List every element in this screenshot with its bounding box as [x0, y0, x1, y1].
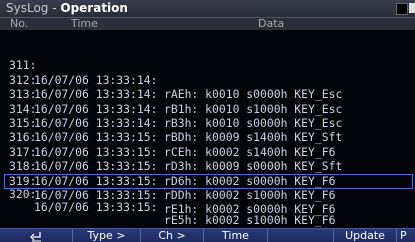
log-row[interactable]: 316: 16/07/06 13:33:15: rD3h: k0009 s000…	[0, 116, 415, 173]
log-data: rE5h: k0002 s1000h KEY_F6	[164, 212, 336, 227]
return-arrow-icon	[29, 229, 43, 242]
log-row[interactable]: 314: 16/07/06 13:33:14: rBDh: k0009 s140…	[0, 87, 415, 145]
log-time: 16/07/06 13:33:15:	[34, 199, 158, 214]
log-row-selected[interactable]: 320: 16/07/06 13:33:15: rE5h: k0002 s100…	[4, 173, 413, 226]
log-row[interactable]: 313: 16/07/06 13:33:14: rB3h: k0010 s000…	[0, 73, 415, 130]
log-list[interactable]: 311: 16/07/06 13:33:14: rAEh: k0010 s000…	[0, 44, 415, 226]
title-mode: Operation	[60, 1, 128, 15]
partial-softkey[interactable]: P	[397, 229, 415, 242]
back-softkey[interactable]	[0, 229, 73, 242]
log-row[interactable]: 318: 16/07/06 13:33:15: rDDh: k0002 s100…	[0, 145, 415, 202]
log-row[interactable]: 312: 16/07/06 13:33:14: rB1h: k0010 s100…	[0, 58, 415, 116]
log-row[interactable]: 317: 16/07/06 13:33:15: rD6h: k0002 s000…	[0, 130, 415, 188]
log-no: 320:	[9, 186, 37, 201]
log-data: rDDh: k0002 s1000h KEY_F6	[164, 187, 336, 202]
column-data: Data	[258, 17, 285, 30]
type-softkey[interactable]: Type >	[73, 229, 141, 242]
status-indicator	[396, 3, 408, 15]
update-softkey[interactable]: Update	[334, 229, 397, 242]
column-no: No.	[10, 17, 29, 30]
blank-softkey[interactable]	[268, 229, 334, 242]
log-row[interactable]: 319: 16/07/06 13:33:15: rE1h: k0002 s000…	[0, 159, 415, 217]
log-row[interactable]: 315: 16/07/06 13:33:15: rCEh: k0002 s140…	[0, 102, 415, 159]
softkey-bar: Type > Ch > Time Update P	[0, 228, 415, 242]
status-indicator-edge	[409, 3, 415, 13]
title-bar: SysLog - Operation	[0, 0, 415, 18]
column-time: Time	[71, 17, 98, 30]
column-header: No. Time Data	[0, 18, 415, 30]
ch-softkey[interactable]: Ch >	[141, 229, 204, 242]
log-row[interactable]: 311: 16/07/06 13:33:14: rAEh: k0010 s000…	[0, 44, 415, 101]
syslog-screen: SysLog - Operation No. Time Data 311: 16…	[0, 0, 415, 242]
window-title: SysLog - Operation	[6, 1, 128, 16]
title-label: SysLog -	[6, 1, 61, 15]
time-softkey[interactable]: Time	[204, 229, 268, 242]
